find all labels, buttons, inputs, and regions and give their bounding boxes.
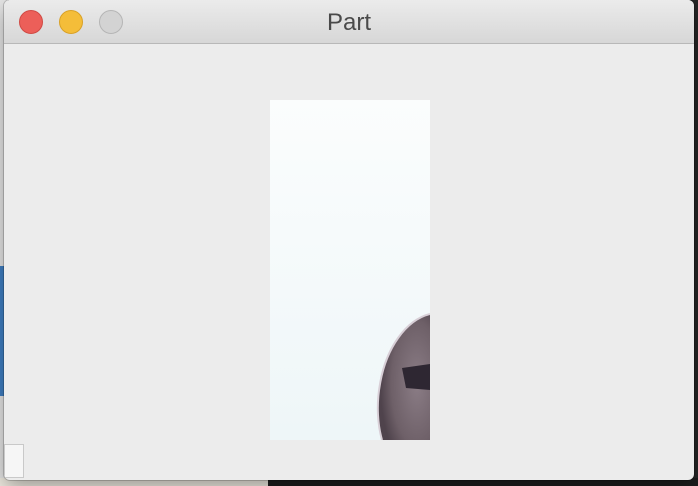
photo-subject-detail [402,364,430,390]
cropped-image [270,100,430,440]
resize-handle[interactable] [4,444,24,478]
app-window: Part [4,0,694,480]
title-bar[interactable]: Part [4,0,694,44]
window-title: Part [326,9,371,36]
image-canvas [270,100,430,440]
